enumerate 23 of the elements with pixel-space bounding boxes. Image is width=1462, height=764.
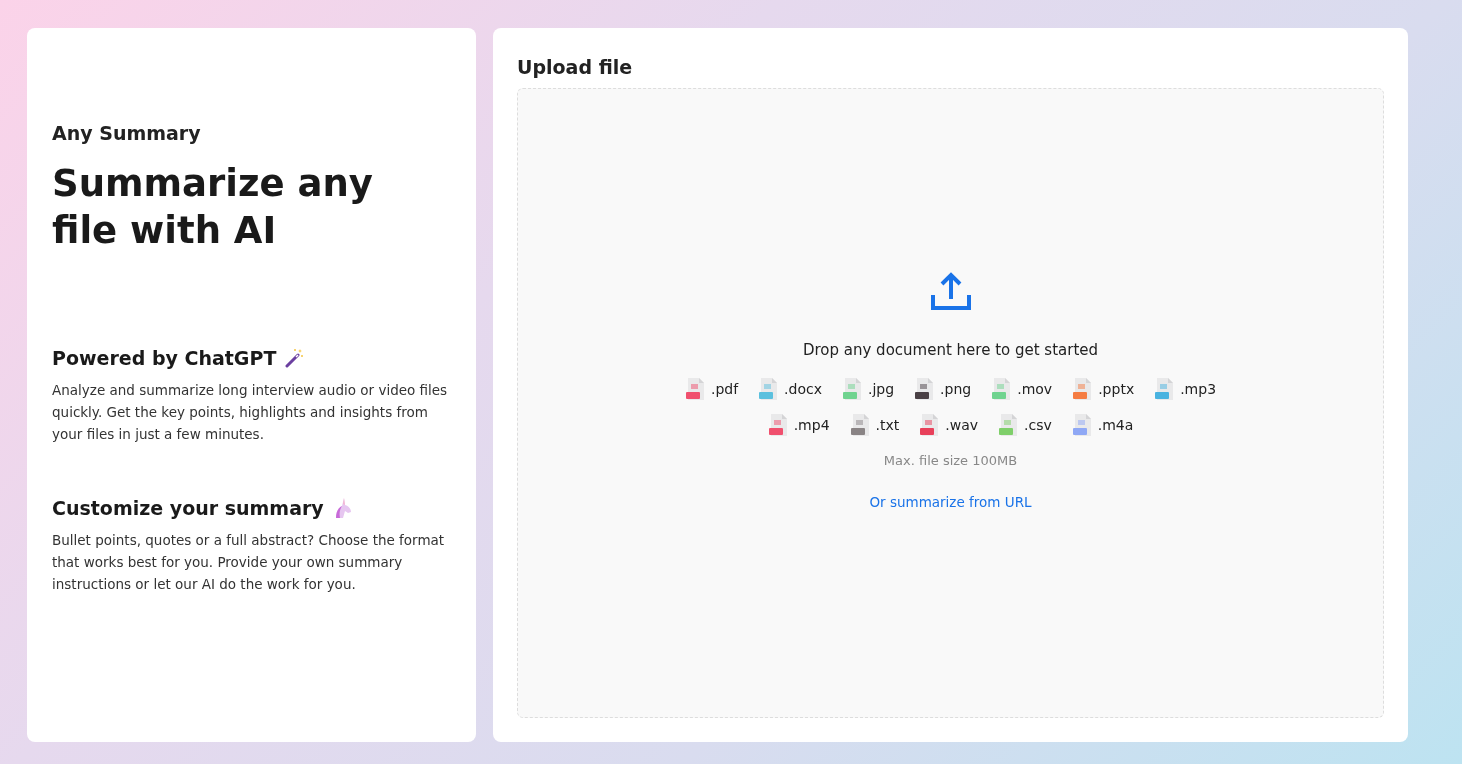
feature-title: Customize your summary	[52, 496, 324, 519]
file-size-limit: Max. file size 100MB	[883, 453, 1018, 468]
file-type-label: .pdf	[710, 381, 739, 397]
brand-name: Any Summary	[52, 122, 202, 144]
feature-description: Analyze and summarize long interview audio or video files quickly. Get the key points, highlights and insights from your files in just a few minutes.	[52, 380, 449, 444]
file-type-label: .jpg	[868, 381, 895, 397]
file-type-label: .mp3	[1180, 381, 1217, 397]
headline: Summarize any file with AI	[52, 161, 374, 255]
file-type-label: .wav	[945, 417, 979, 433]
file-type-label: .png	[940, 381, 972, 397]
file-type-label: .txt	[875, 417, 900, 433]
file-type-label: .m4a	[1097, 417, 1134, 433]
url-link[interactable]: Or summarize from URL	[869, 494, 1032, 510]
file-type-label: .mp4	[793, 417, 830, 433]
file-type-label: .docx	[784, 381, 822, 397]
file-type-label: .mov	[1017, 381, 1053, 397]
drop-prompt: Drop any document here to get started	[802, 341, 1099, 359]
upload-title: Upload file	[517, 56, 634, 78]
drop-zone[interactable]: Drop any document here to get started .pdf .docx .jpg .png .mov .pptx .mp3 .mp4 .txt .wav .csv .m4a Max. file size 100MB Or summarize from URL	[517, 88, 1384, 718]
file-type-label: .pptx	[1098, 381, 1135, 397]
feature-title: Powered by ChatGPT	[52, 346, 277, 369]
file-type-label: .csv	[1024, 417, 1052, 433]
feature-description: Bullet points, quotes or a full abstract? Choose the format that works best for you. Provide your own summary instructions or let our AI do the work for you.	[52, 530, 446, 594]
